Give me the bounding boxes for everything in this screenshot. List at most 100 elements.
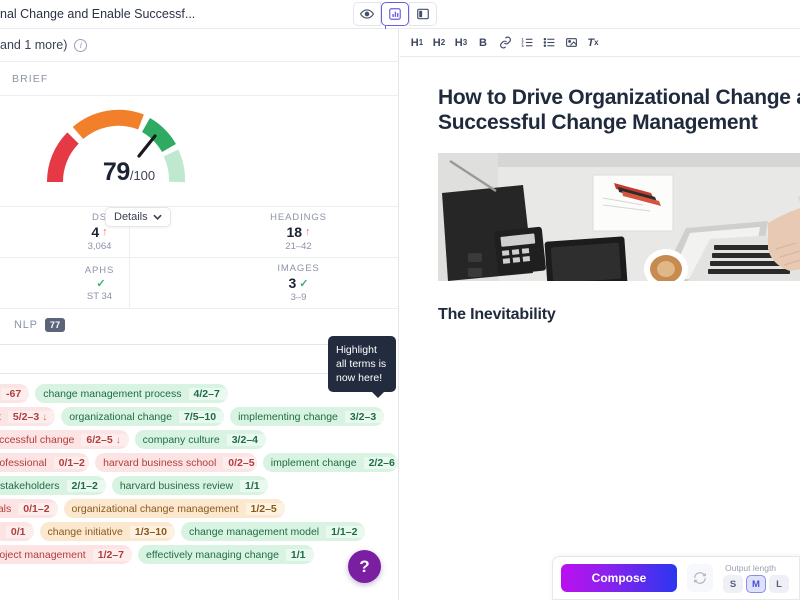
- link-button[interactable]: [494, 32, 516, 54]
- heading-2-button[interactable]: H2: [428, 32, 450, 54]
- term-tag[interactable]: implement change 2/2–6: [262, 453, 398, 472]
- document-editor-panel: H1 H2 H3 B 1 2 3 T x How to Drive Organi…: [400, 29, 800, 600]
- term-tag[interactable]: change initiative 1/3–10: [39, 522, 175, 541]
- heading-3-button[interactable]: H3: [450, 32, 472, 54]
- term-tag[interactable]: implementing change 3/2–3: [230, 407, 385, 426]
- link-icon: [499, 36, 511, 49]
- term-tag[interactable]: harvard business school 0/2–5: [95, 453, 257, 472]
- arrow-up-icon: ↑: [305, 226, 311, 238]
- check-icon: ✓: [299, 277, 309, 290]
- term-tag-count: 0/1–2: [18, 502, 58, 515]
- term-tag-count: 1/1: [285, 548, 314, 561]
- help-button[interactable]: ?: [348, 550, 381, 583]
- term-tag[interactable]: successful change 6/2–5↓: [0, 430, 129, 449]
- highlight-terms-tooltip: Highlight all terms is now here!: [328, 336, 396, 398]
- term-tag[interactable]: harvard business review 1/1: [111, 476, 268, 495]
- details-label: Details: [114, 211, 148, 223]
- term-tag-label: nals: [0, 502, 12, 515]
- term-tag-count: 4/2–7: [188, 387, 228, 400]
- gauge-score-text: 79/100: [0, 158, 398, 187]
- heading-1-button[interactable]: H1: [406, 32, 428, 54]
- term-tag-label: organizational change management: [71, 502, 239, 515]
- split-view-button[interactable]: [409, 2, 437, 26]
- term-tag-label: harvard business school: [103, 456, 217, 469]
- term-tag[interactable]: -67: [0, 384, 30, 403]
- keywords-row: and 1 more) i: [0, 29, 398, 62]
- stat-range: ST 34: [86, 290, 113, 302]
- bold-button[interactable]: B: [472, 32, 494, 54]
- term-tag-label: project management: [0, 548, 86, 561]
- stat-paragraphs[interactable]: APHS ✓ ST 34: [0, 258, 199, 308]
- output-length-s-button[interactable]: S: [723, 575, 743, 593]
- term-tag[interactable]: organizational change 7/5–10: [61, 407, 225, 426]
- term-tag-label: change management process: [43, 387, 182, 400]
- term-tag-label: harvard business review: [119, 479, 234, 492]
- unordered-list-button[interactable]: [538, 32, 560, 54]
- term-tag[interactable]: t5/2–3↓: [0, 407, 56, 426]
- stat-number: 18: [286, 224, 303, 240]
- output-length-control: Output length SML: [723, 563, 789, 593]
- term-tag[interactable]: change management model 1/1–2: [180, 522, 366, 541]
- stat-images[interactable]: IMAGES 3 ✓ 3–9: [199, 258, 398, 308]
- output-length-label: Output length: [725, 563, 777, 573]
- tag-row: professional 0/1–2 harvard business school…: [0, 451, 398, 474]
- editor-content-area[interactable]: How to Drive Organizational Change and E…: [400, 57, 800, 600]
- term-tag[interactable]: professional 0/1–2: [0, 453, 90, 472]
- nlp-label: NLP: [14, 318, 38, 331]
- brief-label: BRIEF: [12, 72, 49, 85]
- stat-number: 3: [288, 275, 297, 291]
- stat-label: HEADINGS: [270, 212, 327, 223]
- term-tag-count: 0/1–2: [53, 456, 90, 469]
- clear-formatting-button[interactable]: Tx: [582, 32, 604, 54]
- term-tag-count: 1/1–2: [326, 525, 366, 538]
- term-tag[interactable]: organizational change management 1/2–5: [63, 499, 285, 518]
- term-tag-label: company culture: [142, 433, 220, 446]
- term-tag[interactable]: nals 0/1–2: [0, 499, 58, 518]
- output-length-buttons: SML: [723, 575, 789, 593]
- view-mode-toggle-group: [353, 2, 437, 26]
- term-tag[interactable]: project management 1/2–7: [0, 545, 133, 564]
- tag-row: project management 1/2–7 effectively manag…: [0, 543, 398, 566]
- info-icon[interactable]: i: [74, 38, 88, 52]
- stat-number: 4: [91, 224, 100, 240]
- insert-image-button[interactable]: [560, 32, 582, 54]
- term-tag[interactable]: effectively managing change 1/1: [138, 545, 314, 564]
- regenerate-button[interactable]: [687, 564, 713, 592]
- output-length-m-button[interactable]: M: [746, 575, 766, 593]
- term-tag-count: 7/5–10: [178, 410, 225, 423]
- preview-view-button[interactable]: [353, 2, 381, 26]
- output-length-l-button[interactable]: L: [769, 575, 789, 593]
- arrow-down-icon: ↓: [115, 434, 121, 446]
- image-icon: [565, 38, 577, 47]
- stat-value: 18 ↑: [286, 224, 310, 240]
- eye-icon: [360, 9, 374, 19]
- term-tag-count: 1/1: [240, 479, 268, 492]
- term-tag-count: -67: [1, 387, 30, 400]
- term-tag-label: professional: [0, 456, 47, 469]
- term-tag[interactable]: change management process 4/2–7: [35, 384, 228, 403]
- term-tag-label: organizational change: [69, 410, 172, 423]
- stat-value: 3 ✓: [288, 275, 308, 291]
- stat-range: 3,064: [87, 241, 112, 252]
- gauge-score-value: 79: [102, 158, 130, 186]
- compose-button[interactable]: Compose: [561, 564, 677, 592]
- tag-row: t5/2–3↓ organizational change 7/5–10 implem…: [0, 405, 398, 428]
- term-tag-label: t: [0, 411, 8, 423]
- ordered-list-icon: 1 2 3: [521, 37, 532, 48]
- stat-headings[interactable]: HEADINGS 18 ↑ 21–42: [199, 207, 398, 257]
- chevron-down-icon: [152, 214, 162, 220]
- unordered-list-icon: [543, 38, 554, 47]
- stat-value: 4 ↑: [91, 224, 107, 240]
- ordered-list-button[interactable]: 1 2 3: [516, 32, 538, 54]
- details-dropdown-button[interactable]: Details: [105, 207, 171, 227]
- term-tag-count: 3/2–3: [344, 410, 385, 423]
- term-tag-count: 1/2–7: [92, 548, 133, 561]
- term-tag[interactable]: ey stakeholders 2/1–2: [0, 476, 106, 495]
- term-tag[interactable]: company culture 3/2–4: [134, 430, 266, 449]
- stats-grid: DS 4 ↑ 3,064 HEADINGS 18 ↑ 21–42 APHS ✓ …: [0, 206, 398, 309]
- term-tag-count: 1/2–5: [245, 502, 285, 515]
- optimize-view-button[interactable]: [381, 2, 409, 26]
- term-tag-count: 0/1: [5, 525, 34, 538]
- stat-label: IMAGES: [277, 263, 320, 274]
- term-tag[interactable]: t0/1: [0, 522, 34, 541]
